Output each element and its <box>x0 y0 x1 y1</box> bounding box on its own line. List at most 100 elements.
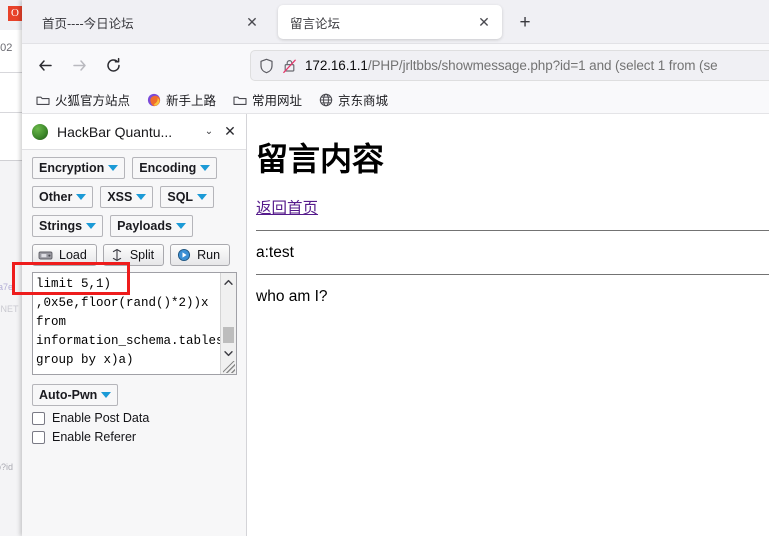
bookmark-common-sites[interactable]: 常用网址 <box>225 88 309 111</box>
chevron-down-icon <box>197 194 208 200</box>
divider <box>256 230 769 231</box>
scroll-up-icon[interactable] <box>221 274 236 290</box>
chevron-down-icon <box>101 392 112 398</box>
background-window[interactable]: O 402 a7e .NET p?id <box>0 0 22 536</box>
run-button[interactable]: Run <box>170 244 231 266</box>
button-label: SQL <box>167 190 194 204</box>
bookmark-label: 火狐官方站点 <box>55 94 131 108</box>
strings-menu-button[interactable]: Strings <box>32 215 104 237</box>
button-label: Encryption <box>39 161 105 175</box>
bookmark-label: 新手上路 <box>166 94 217 108</box>
shield-icon[interactable] <box>259 58 274 74</box>
autopwn-row: Auto-Pwn <box>32 384 246 406</box>
tab-strip: 首页----今日论坛 ✕ 留言论坛 ✕ + <box>22 0 769 44</box>
background-panel <box>0 160 22 536</box>
url-path: /PHP/jrltbbs/showmessage.php?id=1 and (s… <box>367 58 718 73</box>
tab-title: 留言论坛 <box>290 16 341 31</box>
url-host: 172.16.1.1 <box>305 58 368 73</box>
back-button[interactable] <box>30 50 60 80</box>
button-label: Strings <box>39 219 83 233</box>
checkbox-label: Enable Referer <box>52 430 137 444</box>
tab-title: 首页----今日论坛 <box>42 16 134 31</box>
hackbar-menu-row-2: Other XSS SQL <box>32 186 246 208</box>
payloads-menu-button[interactable]: Payloads <box>110 215 193 237</box>
chevron-down-icon[interactable]: ⌄ <box>200 123 218 141</box>
bookmark-firefox-official[interactable]: 火狐官方站点 <box>28 88 137 111</box>
enable-referer-checkbox[interactable] <box>32 430 45 444</box>
payload-line-3: from <box>36 315 67 329</box>
enable-post-data-checkbox[interactable] <box>32 411 45 425</box>
load-button[interactable]: Load <box>32 244 97 266</box>
resize-grip[interactable] <box>223 361 235 373</box>
insecure-lock-icon[interactable] <box>282 58 297 74</box>
background-fragment-1: 402 <box>0 42 13 54</box>
xss-menu-button[interactable]: XSS <box>100 186 154 208</box>
bookmarks-bar: 火狐官方站点 新手上路 常用网址 京东商城 <box>22 86 769 114</box>
checkbox-label: Enable Post Data <box>52 411 150 425</box>
load-icon <box>38 248 54 262</box>
payload-line-5: group by x)a) <box>36 353 134 367</box>
payload-textarea[interactable]: limit 5,1) ,0x5e,floor(rand()*2))x from … <box>32 272 237 375</box>
button-label: Payloads <box>117 219 172 233</box>
textarea-scrollbar[interactable] <box>220 273 236 374</box>
background-divider <box>0 112 22 113</box>
hackbar-body: Encryption Encoding Other XSS SQL String… <box>22 150 246 444</box>
return-home-link[interactable]: 返回首页 <box>256 196 318 218</box>
tab-close-icon[interactable]: ✕ <box>474 12 494 32</box>
hackbar-action-row: Load Split Run <box>32 244 246 266</box>
folder-icon <box>35 92 50 107</box>
payload-line-2: ,0x5e,floor(rand()*2))x <box>36 296 209 310</box>
encoding-menu-button[interactable]: Encoding <box>132 157 218 179</box>
tab-message-board[interactable]: 留言论坛 ✕ <box>278 5 502 39</box>
folder-icon <box>232 92 247 107</box>
navigation-toolbar: 172.16.1.1/PHP/jrltbbs/showmessage.php?i… <box>22 44 769 86</box>
reload-button[interactable] <box>98 50 128 80</box>
content-area: HackBar Quantu... ⌄ ✕ Encryption Encodin… <box>22 114 769 536</box>
enable-referer-row[interactable]: Enable Referer <box>32 430 246 444</box>
hackbar-header: HackBar Quantu... ⌄ ✕ <box>22 114 246 150</box>
divider <box>256 274 769 275</box>
chevron-down-icon <box>108 165 119 171</box>
message-item: a:test <box>256 244 294 261</box>
chevron-down-icon <box>200 165 211 171</box>
payload-line-1: limit 5,1) <box>36 277 112 291</box>
button-label: Other <box>39 190 73 204</box>
chevron-down-icon <box>136 194 147 200</box>
button-label: XSS <box>107 190 133 204</box>
tab-home-forum[interactable]: 首页----今日论坛 ✕ <box>30 5 270 39</box>
browser-window: 首页----今日论坛 ✕ 留言论坛 ✕ + 172.16.1.1/PHP/jrl… <box>22 0 769 536</box>
page-title: 留言内容 <box>256 141 385 177</box>
button-label: Load <box>59 248 87 262</box>
hackbar-menu-row-1: Encryption Encoding <box>32 157 246 179</box>
message-item: who am I? <box>256 288 328 305</box>
enable-post-data-row[interactable]: Enable Post Data <box>32 411 246 425</box>
background-fragment-3: .NET <box>0 304 19 314</box>
hackbar-sidebar: HackBar Quantu... ⌄ ✕ Encryption Encodin… <box>22 114 247 536</box>
bookmark-getting-started[interactable]: 新手上路 <box>139 88 223 111</box>
scrollbar-thumb[interactable] <box>223 327 234 343</box>
background-fragment-4: p?id <box>0 462 14 472</box>
background-fragment-2: a7e <box>0 282 14 292</box>
tab-close-icon[interactable]: ✕ <box>242 12 262 32</box>
button-label: Run <box>197 248 221 262</box>
button-label: Auto-Pwn <box>39 388 98 402</box>
address-bar[interactable]: 172.16.1.1/PHP/jrltbbs/showmessage.php?i… <box>250 50 769 81</box>
forward-button[interactable] <box>64 50 94 80</box>
close-icon[interactable]: ✕ <box>220 122 240 142</box>
background-divider <box>0 72 22 73</box>
encryption-menu-button[interactable]: Encryption <box>32 157 126 179</box>
chevron-down-icon <box>76 194 87 200</box>
auto-pwn-button[interactable]: Auto-Pwn <box>32 384 119 406</box>
web-page-content: 留言内容 返回首页 a:test who am I? <box>247 114 769 536</box>
scroll-down-icon[interactable] <box>221 345 236 361</box>
new-tab-button[interactable]: + <box>512 10 538 36</box>
bookmark-jd-mall[interactable]: 京东商城 <box>311 88 395 111</box>
firefox-icon <box>146 92 161 107</box>
split-button[interactable]: Split <box>102 244 165 266</box>
other-menu-button[interactable]: Other <box>32 186 94 208</box>
sql-menu-button[interactable]: SQL <box>160 186 215 208</box>
run-icon <box>176 248 192 262</box>
url-text: 172.16.1.1/PHP/jrltbbs/showmessage.php?i… <box>305 58 718 73</box>
hackbar-green-orb-icon <box>32 123 48 140</box>
hackbar-title: HackBar Quantu... <box>57 123 173 140</box>
